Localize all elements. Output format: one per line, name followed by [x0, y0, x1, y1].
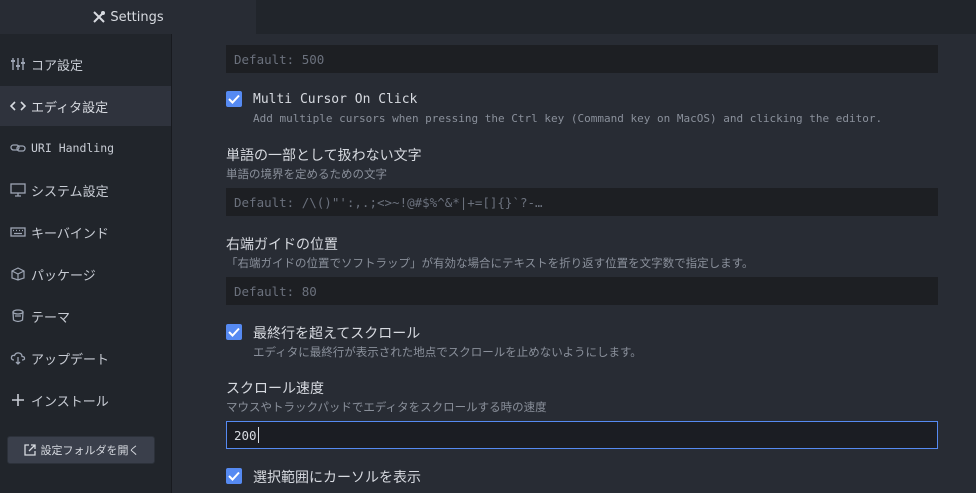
monitor-icon [9, 182, 27, 198]
scroll-sensitivity-title: スクロール速度 [226, 381, 324, 397]
keyboard-icon [9, 224, 27, 240]
sidebar-item-label: システム設定 [31, 184, 109, 200]
scroll-sensitivity-input[interactable]: 200 [226, 421, 938, 449]
non-word-characters-title: 単語の一部として扱わない文字 [226, 148, 422, 164]
non-word-characters-input[interactable]: Default: /\()"':,.;<>~!@#$%^&*|+=[]{}`?-… [226, 188, 938, 216]
show-cursor-on-selection-checkbox[interactable] [226, 468, 242, 484]
sidebar-item-themes[interactable]: テーマ [0, 296, 171, 336]
scroll-past-end-description: エディタに最終行が表示された地点でスクロールを止めないようにします。 [253, 345, 642, 359]
open-config-folder-label: 設定フォルダを開く [40, 444, 140, 457]
sidebar-item-label: エディタ設定 [31, 100, 109, 116]
top-setting-input[interactable]: Default: 500 [226, 45, 938, 73]
sidebar-item-packages[interactable]: パッケージ [0, 254, 171, 294]
sidebar-item-updates[interactable]: アップデート [0, 338, 171, 378]
external-link-icon [23, 443, 37, 457]
multi-cursor-checkbox[interactable] [226, 91, 242, 107]
paintcan-icon [9, 308, 27, 324]
sidebar-item-label: アップデート [31, 352, 110, 368]
show-cursor-on-selection-title: 選択範囲にカーソルを表示 [253, 470, 421, 486]
scroll-sensitivity-value: 200 [234, 427, 257, 443]
package-icon [9, 266, 27, 282]
scroll-sensitivity-description: マウスやトラックパッドでエディタをスクロールする時の速度 [226, 400, 547, 414]
preferred-line-length-input[interactable]: Default: 80 [226, 277, 938, 305]
checkmark-icon [228, 94, 240, 104]
multi-cursor-title: Multi Cursor On Click [253, 92, 418, 107]
tab-settings[interactable]: Settings [0, 0, 256, 34]
sidebar-item-label: URI Handling [31, 141, 115, 155]
code-icon [9, 98, 27, 114]
sidebar-item-uri-handling[interactable]: URI Handling [0, 128, 171, 168]
tools-icon [92, 10, 106, 24]
link-icon [9, 140, 27, 156]
settings-panel: Default: 500 Multi Cursor On Click Add m… [172, 34, 976, 493]
sidebar-item-core[interactable]: コア設定 [0, 44, 171, 84]
sidebar-item-label: パッケージ [31, 268, 96, 284]
checkmark-icon [228, 471, 240, 481]
tab-bar: Settings [0, 0, 976, 34]
sidebar-item-label: テーマ [31, 310, 71, 326]
sliders-icon [9, 56, 27, 72]
non-word-characters-description: 単語の境界を定めるための文字 [226, 167, 387, 181]
sidebar-item-keybindings[interactable]: キーバインド [0, 212, 171, 252]
sidebar-item-install[interactable]: インストール [0, 380, 171, 420]
sidebar-item-label: キーバインド [31, 226, 109, 242]
checkmark-icon [228, 327, 240, 337]
preferred-line-length-title: 右端ガイドの位置 [226, 237, 338, 253]
sidebar-item-label: インストール [31, 394, 109, 410]
tab-title: Settings [110, 9, 164, 25]
multi-cursor-description: Add multiple cursors when pressing the C… [253, 112, 883, 125]
plus-icon [9, 392, 27, 408]
open-config-folder-button[interactable]: 設定フォルダを開く [7, 436, 155, 464]
cloud-download-icon [9, 350, 27, 366]
text-caret [257, 427, 259, 443]
sidebar-item-label: コア設定 [31, 58, 84, 74]
sidebar-item-system[interactable]: システム設定 [0, 170, 171, 210]
sidebar-item-editor[interactable]: エディタ設定 [0, 86, 171, 126]
scroll-past-end-title: 最終行を超えてスクロール [253, 326, 421, 342]
scroll-past-end-checkbox[interactable] [226, 324, 242, 340]
settings-sidebar: コア設定 エディタ設定 URI Handling システム設定 キーバインド パ… [0, 34, 172, 493]
preferred-line-length-description: 「右端ガイドの位置でソフトラップ」が有効な場合にテキストを折り返す位置を文字数で… [226, 256, 754, 270]
